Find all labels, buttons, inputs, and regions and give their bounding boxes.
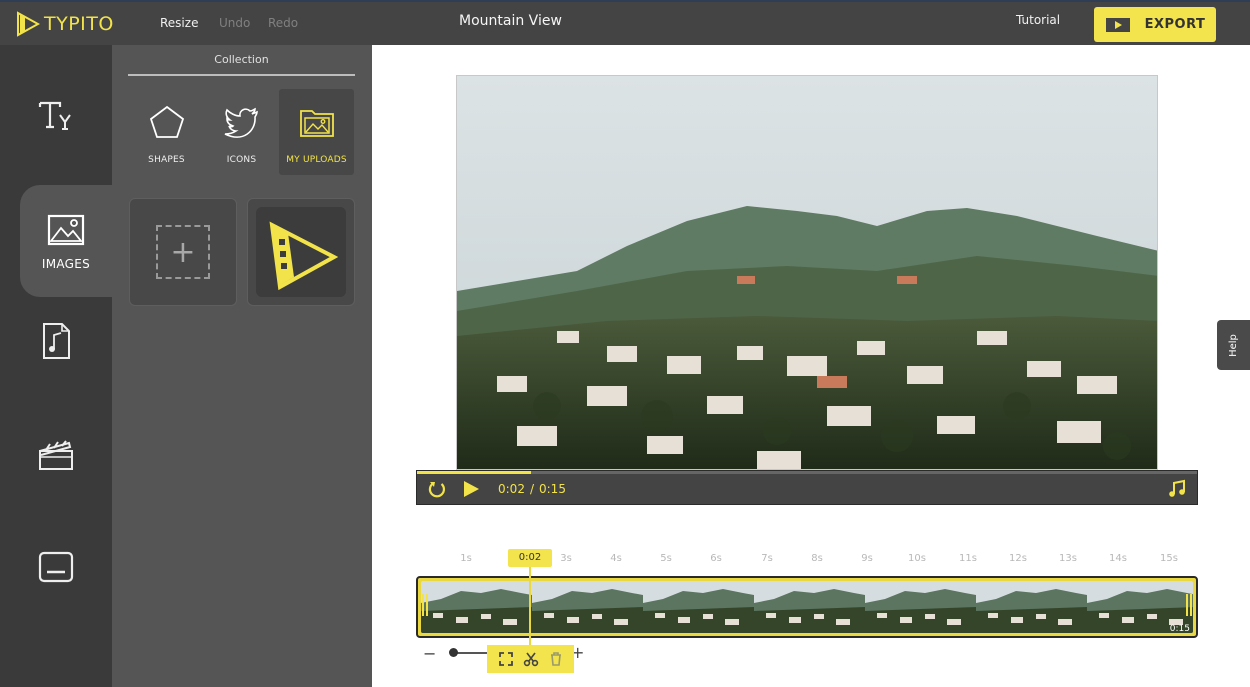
delete-button[interactable] bbox=[547, 650, 565, 668]
rail-label-images: IMAGES bbox=[41, 257, 91, 271]
typito-logo[interactable]: TYPITO bbox=[16, 11, 114, 37]
zoom-slider-knob[interactable] bbox=[449, 648, 458, 657]
brand-name: TYPITO bbox=[44, 13, 114, 35]
pentagon-icon bbox=[149, 105, 184, 138]
clip-trim-handle-right[interactable] bbox=[1186, 594, 1192, 616]
panel-heading: Collection bbox=[128, 53, 355, 76]
timeline-tick: 12s bbox=[1009, 553, 1027, 564]
playback-progress-track[interactable] bbox=[417, 471, 1197, 474]
tool-rail: IMAGES bbox=[0, 45, 112, 687]
category-label: SHAPES bbox=[148, 155, 185, 165]
timeline-tick: 3s bbox=[560, 553, 572, 564]
category-icons[interactable]: ICONS bbox=[204, 89, 279, 175]
split-button[interactable] bbox=[522, 650, 540, 668]
video-preview[interactable] bbox=[456, 75, 1158, 470]
folder-image-icon bbox=[299, 110, 334, 137]
fullscreen-icon bbox=[498, 652, 513, 666]
rail-item-captions[interactable] bbox=[0, 511, 112, 623]
playhead-label[interactable]: 0:02 bbox=[508, 549, 552, 567]
mountain-village-scene bbox=[457, 76, 1157, 469]
clip-thumbnail bbox=[976, 581, 1087, 633]
timeline-tick: 8s bbox=[811, 553, 823, 564]
twitter-bird-icon bbox=[224, 107, 258, 138]
time-display: 0:02 / 0:15 bbox=[498, 482, 566, 496]
project-title[interactable]: Mountain View bbox=[459, 13, 562, 29]
clip-thumbnail bbox=[643, 581, 754, 633]
add-upload-tile[interactable]: + bbox=[129, 198, 237, 306]
assets-panel: Collection SHAPES ICONS MY UPLOADS + bbox=[112, 45, 372, 687]
video-export-icon bbox=[1105, 17, 1130, 32]
replay-icon bbox=[428, 482, 446, 498]
rail-item-text[interactable] bbox=[0, 59, 112, 171]
tutorial-link[interactable]: Tutorial bbox=[1016, 13, 1060, 27]
playback-progress-fill bbox=[417, 471, 531, 474]
typito-editor: TYPITO Resize Undo Redo Mountain View Tu… bbox=[0, 0, 1250, 687]
timeline-tick: 4s bbox=[610, 553, 622, 564]
caption-icon bbox=[38, 551, 74, 583]
zoom-out-button[interactable]: − bbox=[423, 644, 436, 663]
time-separator: / bbox=[529, 482, 534, 496]
category-my-uploads[interactable]: MY UPLOADS bbox=[279, 89, 354, 175]
trash-icon bbox=[550, 652, 561, 666]
help-label: Help bbox=[1228, 333, 1239, 357]
audio-button[interactable] bbox=[1167, 479, 1187, 499]
category-label: MY UPLOADS bbox=[286, 155, 347, 165]
help-tab[interactable]: Help bbox=[1217, 320, 1250, 370]
timeline-tick: 9s bbox=[861, 553, 873, 564]
clip-trim-handle-left[interactable] bbox=[422, 594, 428, 616]
timeline-tick: 11s bbox=[959, 553, 977, 564]
resize-button[interactable]: Resize bbox=[160, 16, 198, 30]
rail-item-audio[interactable] bbox=[0, 285, 112, 397]
music-file-icon bbox=[43, 323, 70, 359]
scissors-icon bbox=[523, 652, 538, 667]
current-time: 0:02 bbox=[498, 482, 525, 496]
clip-toolbar bbox=[487, 645, 574, 673]
fit-button[interactable] bbox=[497, 650, 515, 668]
timeline-tick: 10s bbox=[908, 553, 926, 564]
typito-logo-icon bbox=[17, 11, 40, 37]
clip-thumbnail bbox=[754, 581, 865, 633]
replay-button[interactable] bbox=[427, 479, 447, 499]
clip-thumbnail bbox=[532, 581, 643, 633]
timeline-tick: 14s bbox=[1109, 553, 1127, 564]
export-button[interactable]: EXPORT bbox=[1094, 7, 1216, 42]
redo-button[interactable]: Redo bbox=[268, 16, 298, 30]
rail-item-images[interactable]: IMAGES bbox=[20, 185, 112, 297]
clapperboard-icon bbox=[39, 440, 73, 470]
play-button[interactable] bbox=[461, 479, 481, 499]
timeline-tick: 1s bbox=[460, 553, 472, 564]
top-bar: TYPITO Resize Undo Redo Mountain View Tu… bbox=[0, 0, 1250, 45]
timeline-tick: 13s bbox=[1059, 553, 1077, 564]
clip-duration: 0:15 bbox=[1169, 624, 1190, 634]
timeline-tick: 15s bbox=[1160, 553, 1178, 564]
category-shapes[interactable]: SHAPES bbox=[129, 89, 204, 175]
timeline-tick: 5s bbox=[660, 553, 672, 564]
category-label: ICONS bbox=[226, 155, 257, 165]
clip-thumbnail bbox=[865, 581, 976, 633]
uploaded-image-tile[interactable] bbox=[247, 198, 355, 306]
total-duration: 0:15 bbox=[539, 482, 566, 496]
undo-button[interactable]: Undo bbox=[219, 16, 250, 30]
plus-icon: + bbox=[156, 225, 210, 279]
video-clip-track[interactable]: 0:15 bbox=[416, 576, 1198, 638]
timeline-tick: 6s bbox=[710, 553, 722, 564]
player-controls: 0:02 / 0:15 bbox=[416, 470, 1198, 505]
play-icon bbox=[464, 481, 479, 497]
clip-thumbnail bbox=[421, 581, 532, 633]
music-note-icon bbox=[1169, 479, 1185, 497]
export-label: EXPORT bbox=[1144, 17, 1206, 32]
text-icon bbox=[38, 101, 71, 130]
typito-logo-icon bbox=[269, 221, 338, 291]
rail-item-video[interactable] bbox=[0, 399, 112, 511]
timeline-tick: 7s bbox=[761, 553, 773, 564]
image-icon bbox=[47, 214, 85, 246]
